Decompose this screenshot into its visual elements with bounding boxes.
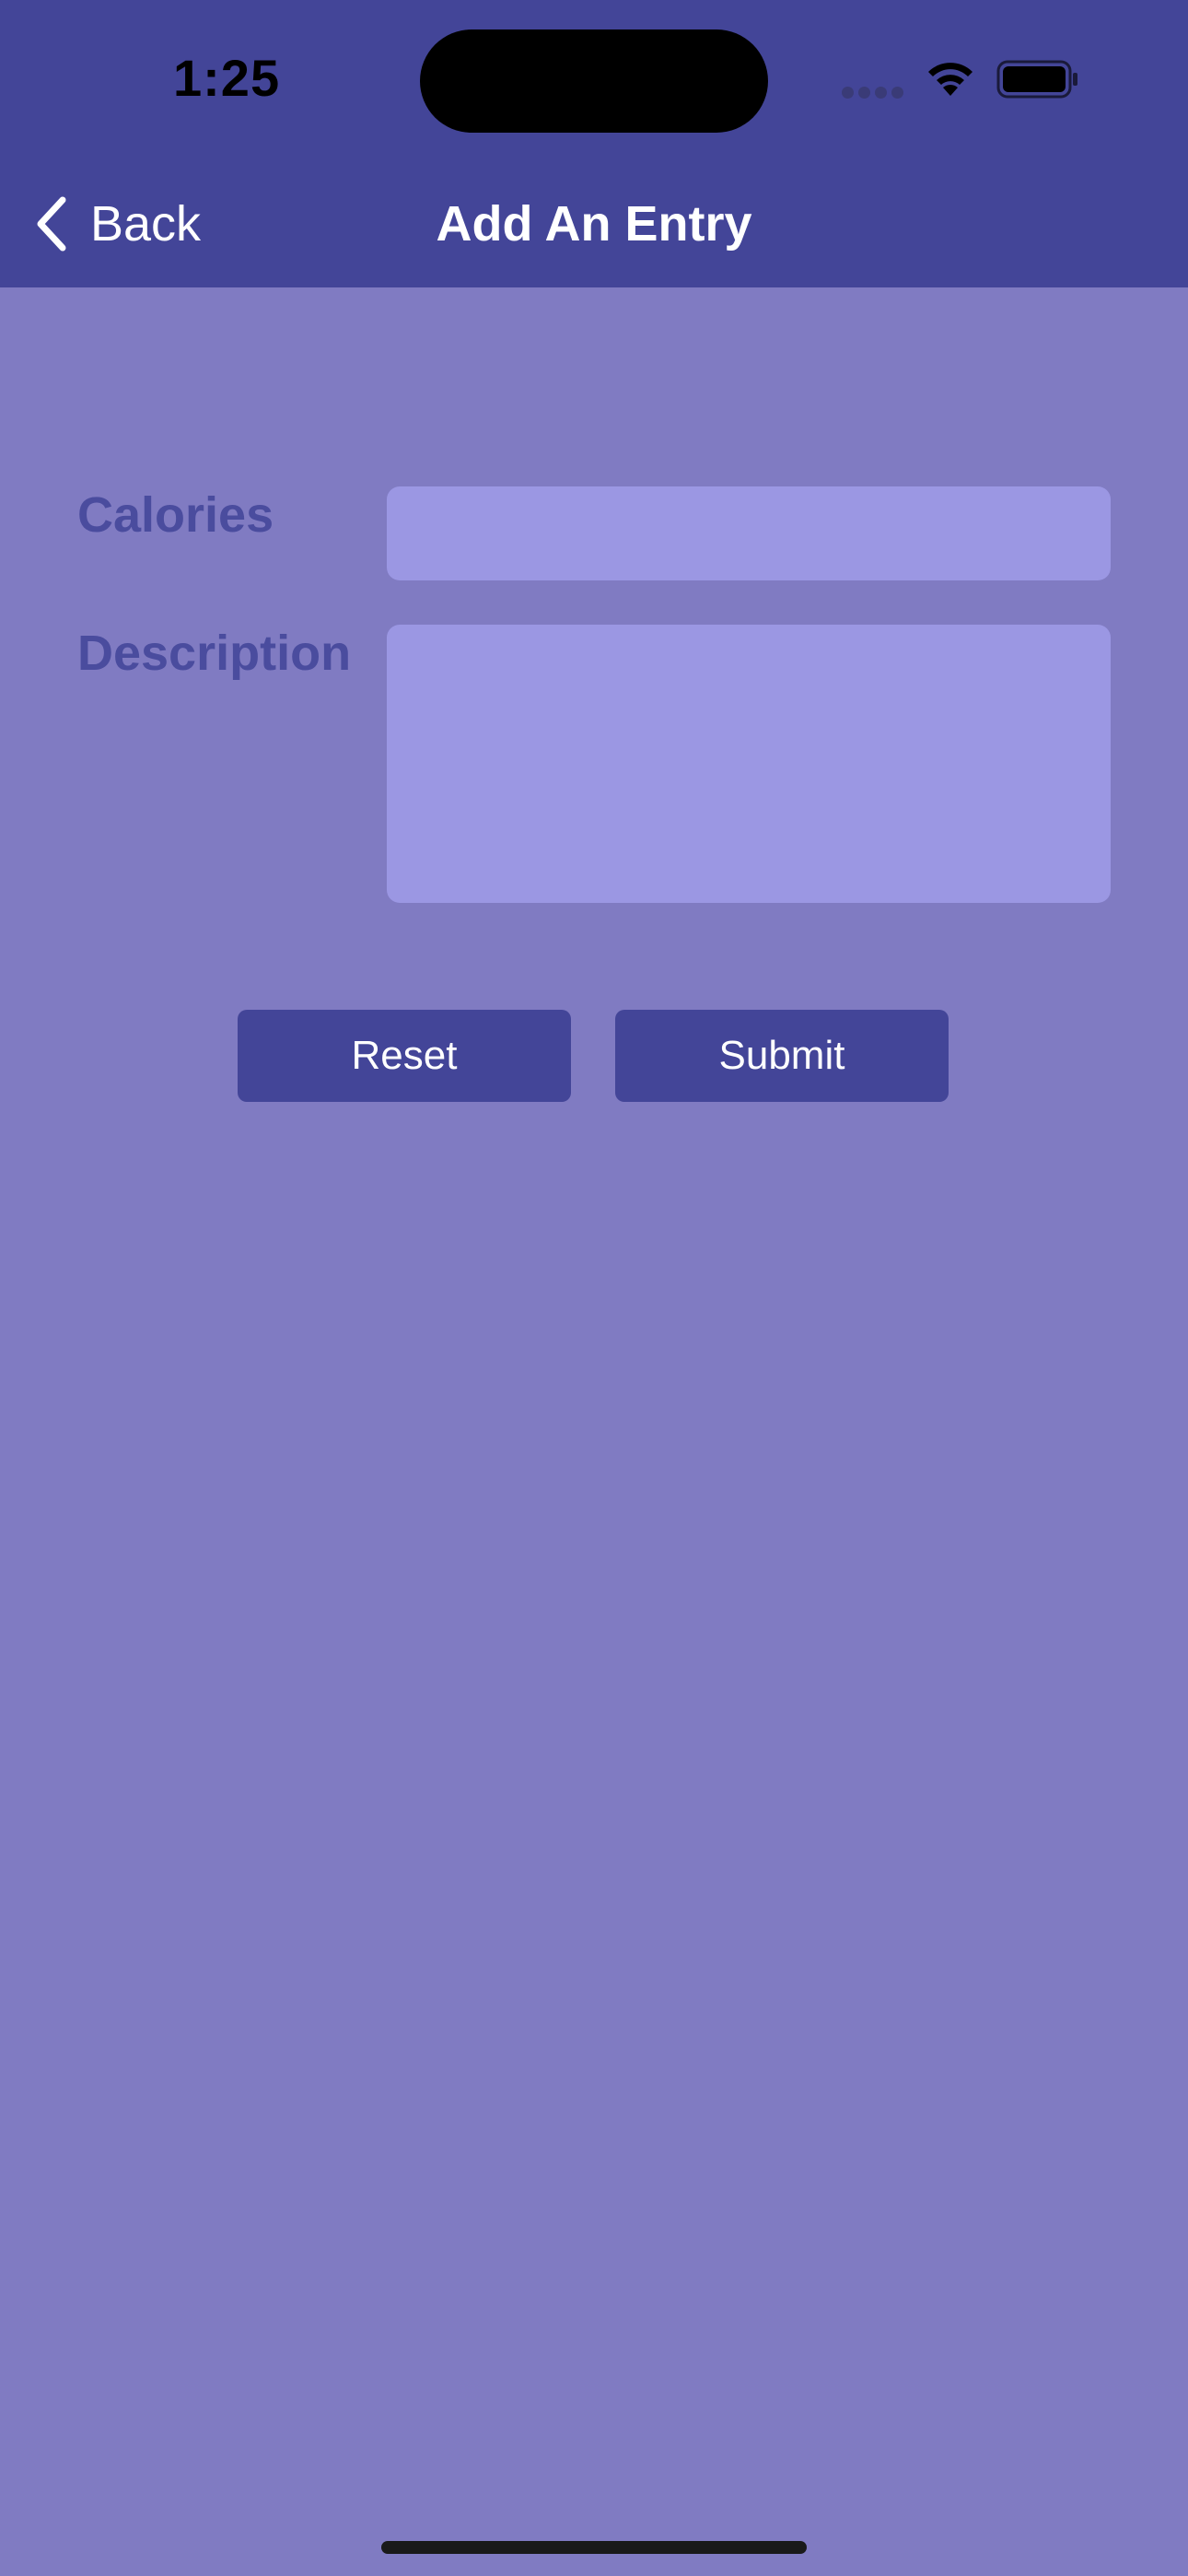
description-label: Description [77, 626, 352, 681]
dynamic-island [420, 29, 768, 133]
home-indicator[interactable] [381, 2541, 807, 2554]
calories-label: Calories [77, 487, 274, 543]
submit-button[interactable]: Submit [615, 1010, 949, 1102]
status-time: 1:25 [173, 49, 281, 107]
description-input[interactable] [387, 625, 1111, 903]
calories-input[interactable] [387, 486, 1111, 580]
battery-icon [996, 60, 1077, 99]
cellular-signal-icon [842, 87, 904, 100]
reset-button[interactable]: Reset [238, 1010, 571, 1102]
page-title: Add An Entry [436, 196, 752, 252]
navigation-header: 1:25 Back Add An Entry [0, 0, 1188, 287]
wifi-icon [928, 63, 973, 96]
